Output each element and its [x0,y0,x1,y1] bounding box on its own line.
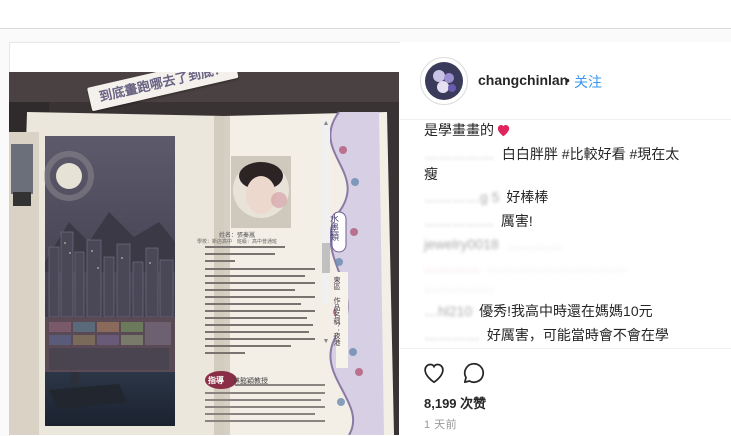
comment-text: …………… [424,278,494,294]
comment-item: 瘦 [424,163,438,185]
comment-item: ………… 好厲害，可能當時會不會在學 [424,324,669,346]
comment-username[interactable]: …………… [424,213,494,229]
top-navigation-bar [0,0,731,29]
photo-caption-school: 學校：新店高中 班級：高中普通班 [197,239,278,245]
heart-outline-icon [424,363,444,384]
comment-text: 優秀!我高中時還在媽媽10元 [479,303,653,319]
comment-username[interactable]: …………g 5 [424,189,499,205]
comments-scrollbar-track[interactable] [322,118,330,304]
book-photo-illustration [9,72,399,435]
scroll-up-arrow-icon[interactable]: ▲ [322,120,330,127]
scroll-down-arrow-icon[interactable]: ▼ [322,338,330,345]
comment-item: jewelry0018 ………… [424,233,563,255]
comment-item: …………… [424,275,494,297]
comment-text: 白白胖胖 #比較好看 #現在太 [501,146,680,162]
comment-username[interactable]: ………… [424,258,480,274]
post-photo[interactable]: 到底畫跑哪去了到底？ 水墨類 東區 作品名稱：夜港 姓名：張秦嵐 學校：新店高中… [9,72,399,435]
post-side-panel: changchinlan • 关注 是學畫畫的 …………… 白白胖胖 #比較好看… [400,42,731,435]
comment-item: 是學畫畫的 [424,119,511,141]
comment-username[interactable]: …hl210 [424,303,472,319]
heart-emoji [497,125,510,137]
comment-username[interactable]: ………… [424,327,480,343]
username-link[interactable]: changchinlan [478,72,568,88]
comment-text: ………………………… [486,258,627,274]
comment-text: 好厲害，可能當時會不會在學 [486,327,669,343]
comment-item: …………… 白白胖胖 #比較好看 #現在太 [424,143,679,165]
panel-divider [400,348,731,349]
comment-text: 是學畫畫的 [424,122,494,138]
comment-text: 厲害! [500,213,533,229]
comment-item: …………… 厲害! [424,210,533,232]
comment-text: 瘦 [424,166,438,182]
comment-text: ………… [506,236,563,252]
avatar[interactable] [420,57,468,105]
comment-item: …………g 5 好棒棒 [424,186,548,208]
header-separator: • [565,72,570,88]
photo-side-label-2: 東區 作品名稱：夜港 [333,276,340,346]
post-header: changchinlan • 关注 [400,42,731,120]
comment-item: …hl210 優秀!我高中時還在媽媽10元 [424,300,653,322]
comment-username[interactable]: …………… [424,146,494,162]
photo-teacher-name: 林懿穎教授 [233,378,268,385]
likes-count[interactable]: 8,199 次赞 [424,393,486,412]
avatar-image [425,62,463,100]
comment-button[interactable] [461,360,487,386]
photo-teacher-label: 指導 [208,376,224,385]
like-button[interactable] [421,360,447,386]
comment-item: ………… ………………………… [424,255,627,277]
comments-scrollbar-thumb[interactable] [322,243,330,273]
comments-list[interactable]: 是學畫畫的 …………… 白白胖胖 #比較好看 #現在太 瘦 …………g 5 好棒… [400,119,731,349]
follow-button[interactable]: 关注 [574,72,602,92]
comment-text: 好棒棒 [506,189,549,205]
post-timestamp[interactable]: 1 天前 [424,416,457,432]
comment-username[interactable]: jewelry0018 [424,236,499,252]
comment-bubble-icon [463,362,485,384]
